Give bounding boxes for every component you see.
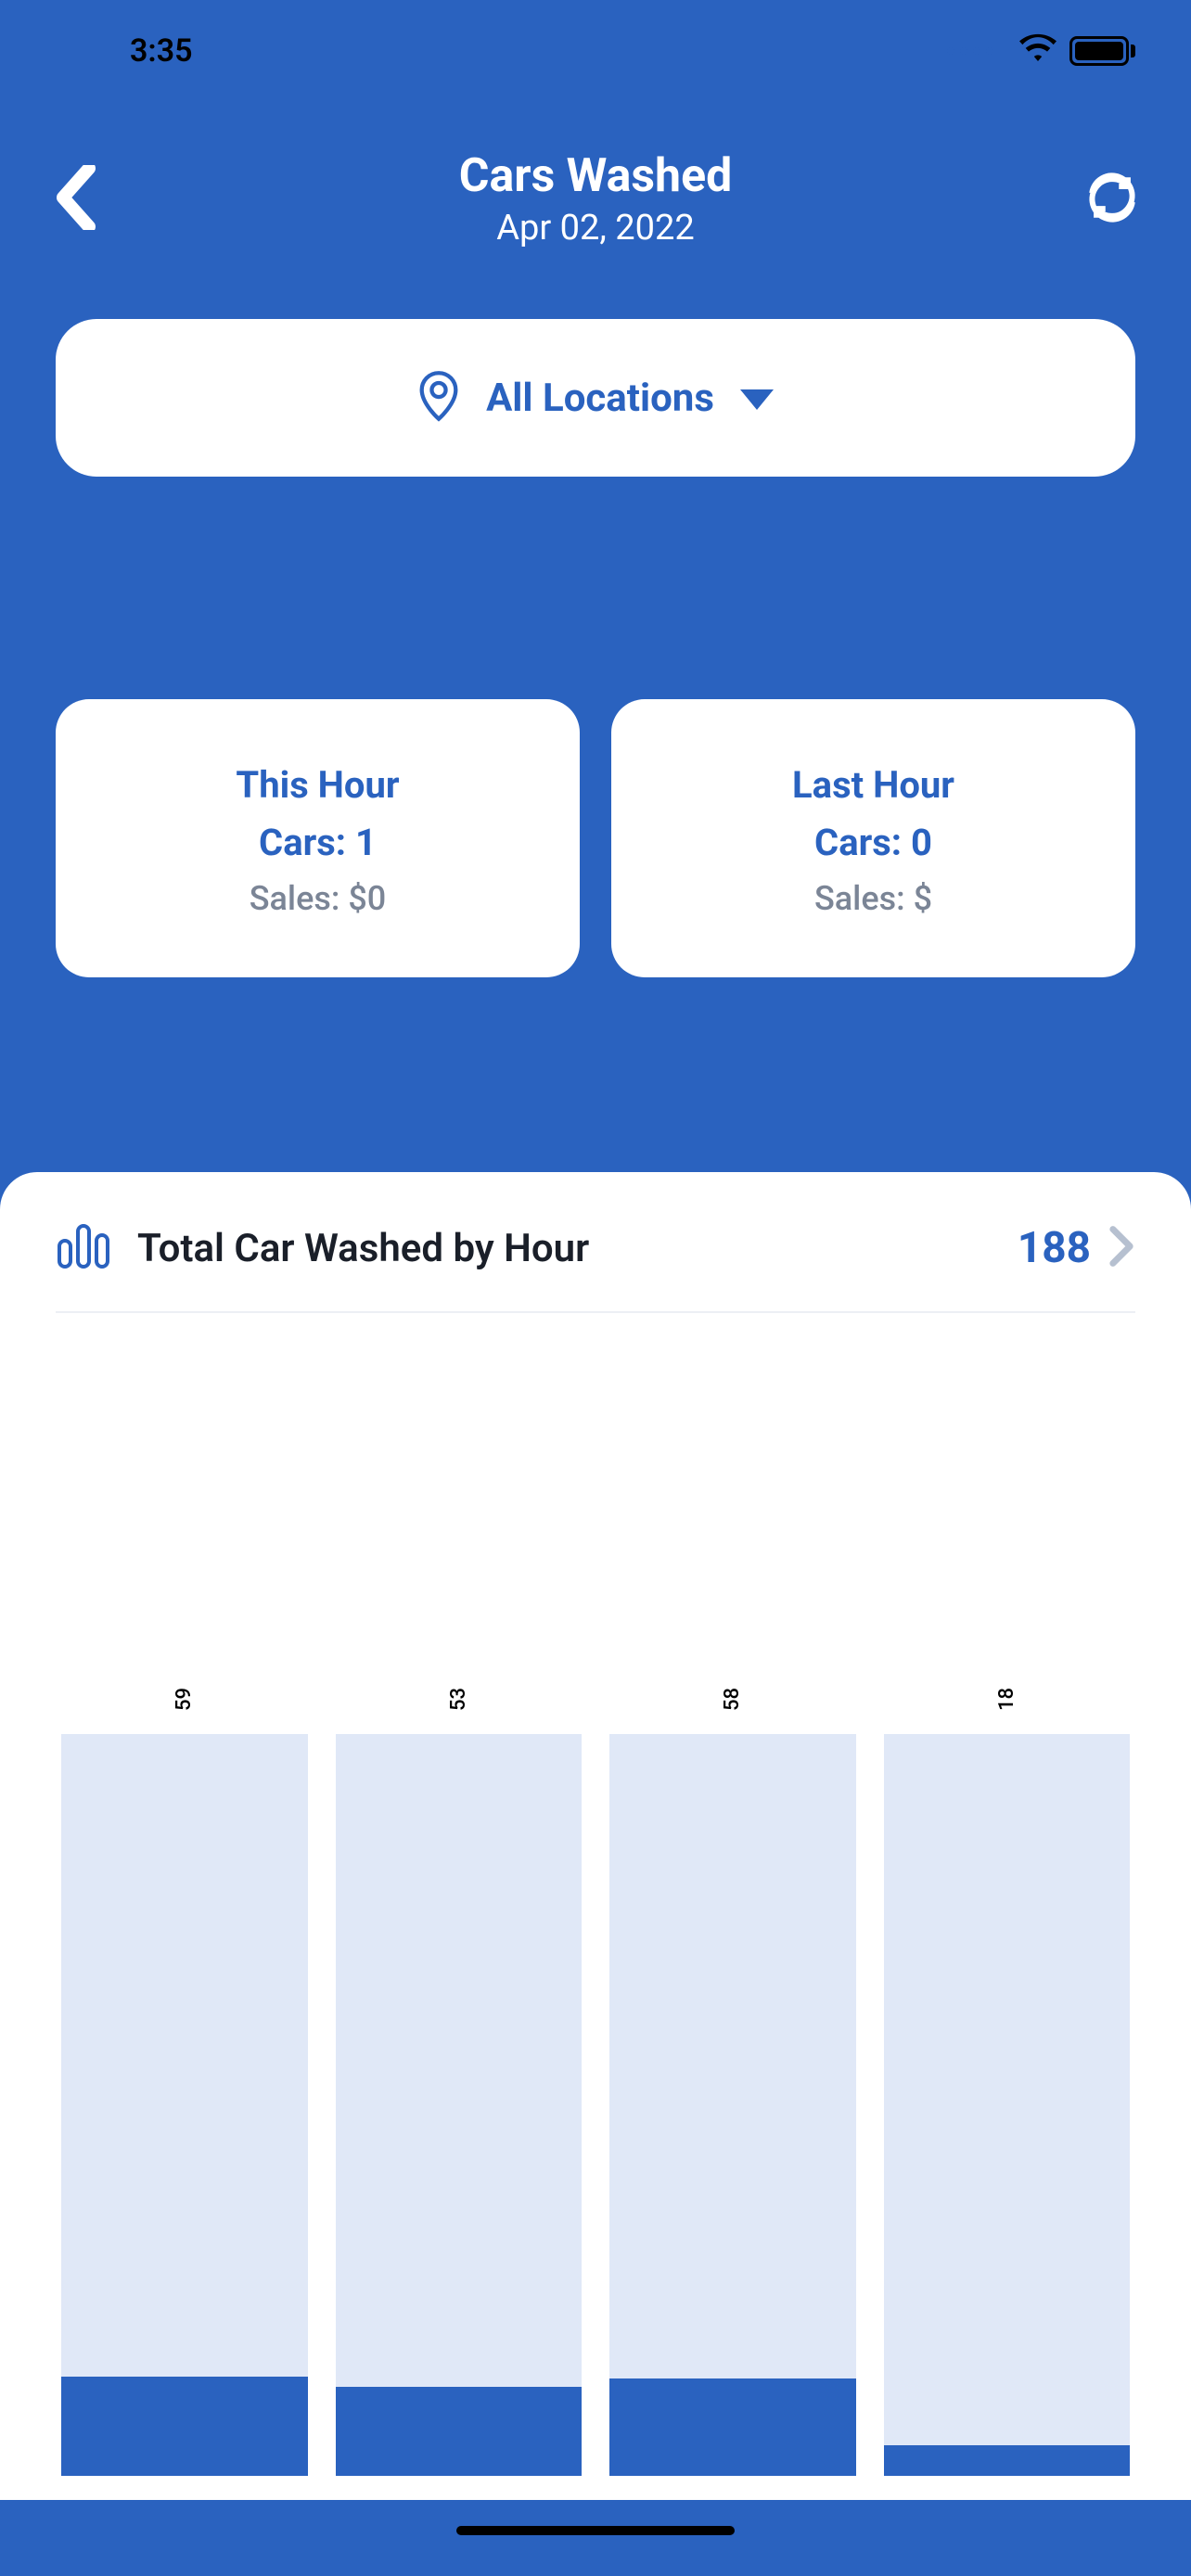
bottom-bar <box>0 2500 1191 2576</box>
bars-icon <box>56 1222 113 1274</box>
chevron-right-icon <box>1108 1225 1135 1271</box>
bar-col[interactable]: 53 <box>336 1345 583 2476</box>
bar-value-label: 58 <box>721 1688 744 1711</box>
chevron-down-icon <box>740 389 774 410</box>
panel-title: Total Car Washed by Hour <box>137 1226 1018 1271</box>
location-selector[interactable]: All Locations <box>56 319 1135 477</box>
bar-background <box>884 1734 1131 2476</box>
bar-value-label: 53 <box>447 1688 470 1711</box>
card-cars: Cars: 0 <box>814 816 932 870</box>
bar-background <box>61 1734 308 2476</box>
status-right <box>947 32 1135 70</box>
wifi-icon <box>1019 32 1057 70</box>
card-sales: Sales: $ <box>814 879 932 918</box>
bar-col[interactable]: 58 <box>609 1345 856 2476</box>
card-title: This Hour <box>236 759 399 812</box>
status-time: 3:35 <box>130 32 193 70</box>
chart-area: 59535818 12 AM1 AM2 AM3 AM <box>0 1313 1191 2576</box>
bar-foreground <box>61 2377 308 2476</box>
status-dots <box>947 47 993 55</box>
home-indicator[interactable] <box>456 2526 735 2535</box>
back-button[interactable] <box>56 165 96 234</box>
bar-col[interactable]: 18 <box>884 1345 1131 2476</box>
bar-col[interactable]: 59 <box>61 1345 308 2476</box>
card-cars: Cars: 1 <box>259 816 377 870</box>
status-bar: 3:35 <box>0 0 1191 102</box>
this-hour-card[interactable]: This Hour Cars: 1 Sales: $0 <box>56 699 580 977</box>
location-pin-icon <box>417 370 460 426</box>
bar-background <box>336 1734 583 2476</box>
refresh-button[interactable] <box>1085 171 1139 228</box>
chart-bars: 59 53 58 18 <box>61 1345 1130 2476</box>
page-subtitle: Apr 02, 2022 <box>496 208 694 249</box>
chart-panel: Total Car Washed by Hour 188 59535818 12… <box>0 1172 1191 2576</box>
card-title: Last Hour <box>792 759 954 812</box>
last-hour-card[interactable]: Last Hour Cars: 0 Sales: $ <box>611 699 1135 977</box>
card-sales: Sales: $0 <box>250 879 387 918</box>
location-label: All Locations <box>486 376 714 421</box>
header: Cars Washed Apr 02, 2022 <box>0 102 1191 297</box>
stat-cards: This Hour Cars: 1 Sales: $0 Last Hour Ca… <box>56 699 1135 977</box>
bar-foreground <box>884 2445 1131 2476</box>
bar-foreground <box>336 2387 583 2476</box>
bar-value-label: 59 <box>173 1688 196 1711</box>
page-title: Cars Washed <box>459 151 732 202</box>
panel-header[interactable]: Total Car Washed by Hour 188 <box>56 1222 1135 1313</box>
bar-foreground <box>609 2378 856 2476</box>
battery-icon <box>1069 36 1135 66</box>
bar-background <box>609 1734 856 2476</box>
bar-value-label: 18 <box>995 1688 1018 1711</box>
panel-value: 188 <box>1018 1223 1091 1273</box>
